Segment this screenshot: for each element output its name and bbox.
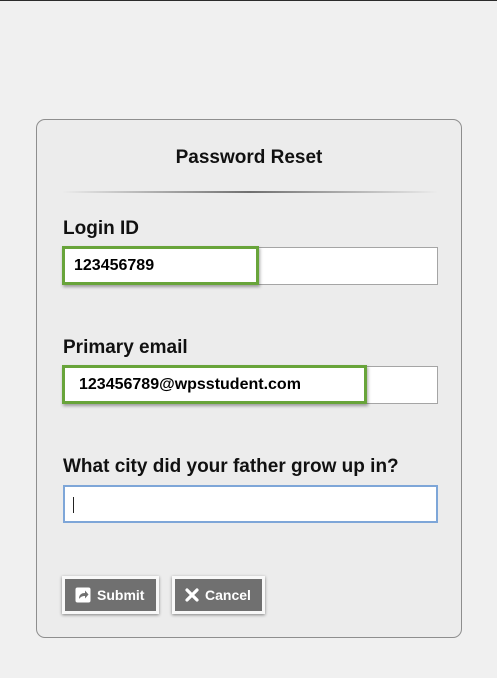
x-icon bbox=[185, 588, 199, 602]
security-question-label: What city did your father grow up in? bbox=[63, 456, 399, 477]
window-top-border bbox=[0, 0, 497, 1]
login-id-label: Login ID bbox=[63, 218, 139, 239]
cancel-button-label: Cancel bbox=[205, 587, 251, 603]
login-id-value[interactable]: 123456789 bbox=[62, 246, 259, 285]
password-reset-panel: Password Reset Login ID 123456789 Primar… bbox=[36, 119, 462, 638]
text-caret bbox=[73, 497, 74, 513]
security-answer-input[interactable] bbox=[63, 485, 438, 523]
login-id-field[interactable]: 123456789 bbox=[62, 246, 438, 285]
primary-email-value[interactable]: 123456789@wpsstudent.com bbox=[62, 365, 367, 404]
primary-email-label: Primary email bbox=[63, 337, 188, 358]
title-divider bbox=[62, 191, 438, 193]
submit-button[interactable]: Submit bbox=[62, 576, 159, 614]
share-arrow-icon bbox=[75, 587, 91, 603]
cancel-button[interactable]: Cancel bbox=[172, 576, 265, 614]
submit-button-label: Submit bbox=[97, 587, 145, 603]
primary-email-field[interactable]: 123456789@wpsstudent.com bbox=[62, 365, 438, 404]
panel-title: Password Reset bbox=[175, 147, 323, 168]
